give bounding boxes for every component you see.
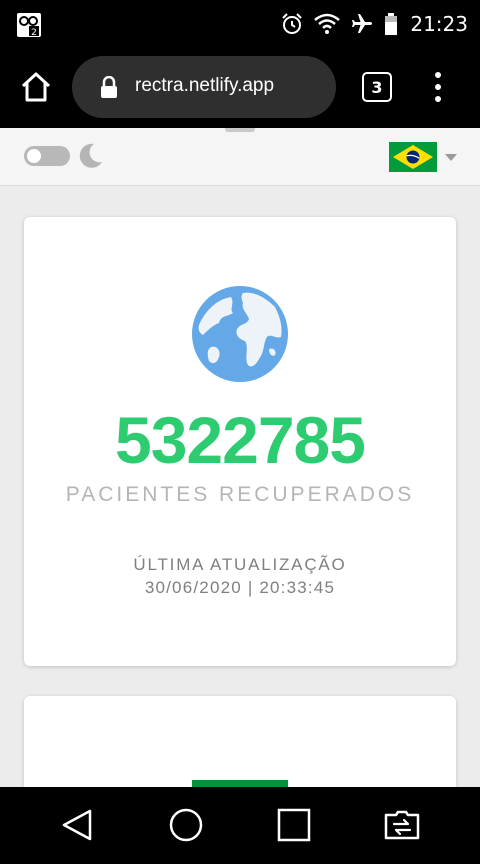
recovered-card: 5322785 PACIENTES RECUPERADOS ÚLTIMA ATU… bbox=[24, 217, 456, 666]
last-update-time: 30/06/2020 | 20:33:45 bbox=[144, 578, 336, 597]
moon-icon bbox=[79, 143, 102, 168]
browser-toolbar: rectra.netlify.app 3 bbox=[0, 48, 480, 128]
lock-icon bbox=[101, 76, 117, 98]
overflow-menu-icon[interactable] bbox=[426, 72, 450, 102]
globe-icon bbox=[192, 286, 288, 382]
brazil-flag-icon bbox=[389, 142, 437, 172]
alarm-icon bbox=[282, 13, 303, 34]
svg-text:2: 2 bbox=[31, 28, 37, 38]
wifi-icon bbox=[314, 13, 341, 34]
settings-bar bbox=[0, 128, 480, 186]
recovered-label: PACIENTES RECUPERADOS bbox=[65, 483, 415, 506]
address-bar[interactable]: rectra.netlify.app bbox=[72, 56, 336, 118]
toggle-knob bbox=[27, 149, 41, 163]
recovered-count: 5322785 bbox=[115, 403, 366, 477]
chevron-down-icon bbox=[445, 154, 457, 161]
tab-count: 3 bbox=[371, 77, 383, 97]
airplane-mode-icon bbox=[352, 14, 373, 33]
recents-icon[interactable] bbox=[274, 805, 314, 845]
last-update-label: ÚLTIMA ATUALIZAÇÃO bbox=[133, 555, 347, 574]
language-selector[interactable] bbox=[389, 142, 459, 172]
home-circle-icon[interactable] bbox=[166, 805, 206, 845]
status-time: 21:23 bbox=[410, 12, 468, 36]
home-icon[interactable] bbox=[20, 71, 52, 103]
battery-icon bbox=[385, 13, 398, 35]
url-text[interactable]: rectra.netlify.app bbox=[135, 75, 274, 97]
tab-switcher-button[interactable]: 3 bbox=[362, 72, 392, 102]
app-notification-icon: 2 bbox=[17, 13, 41, 38]
back-icon[interactable] bbox=[58, 805, 98, 845]
system-navigation-bar bbox=[0, 787, 480, 864]
scroll-indicator bbox=[225, 128, 255, 132]
switch-app-icon[interactable] bbox=[382, 805, 422, 845]
status-bar: 2 21:23 bbox=[0, 0, 480, 48]
dark-mode-toggle[interactable] bbox=[24, 146, 70, 166]
